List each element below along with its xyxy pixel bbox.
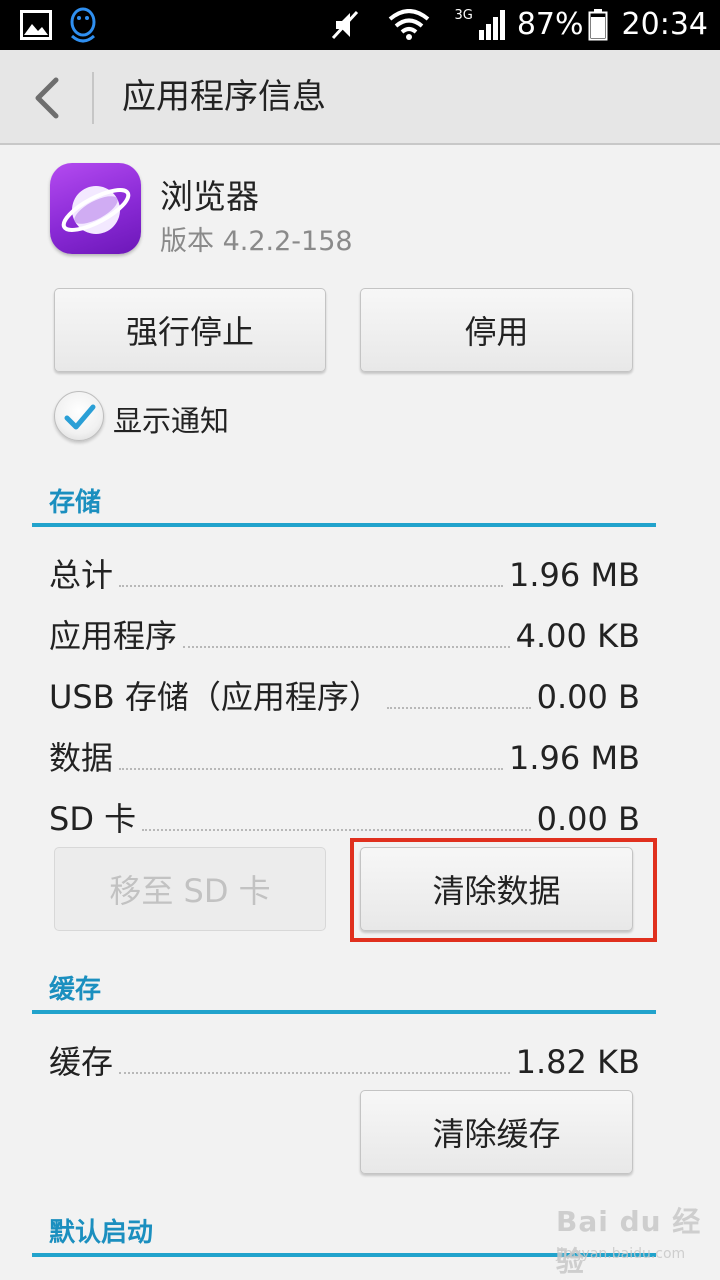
network-type-label: 3G <box>454 7 473 23</box>
page-title: 应用程序信息 <box>122 77 326 117</box>
storage-row-sd: SD 卡 0.00 B <box>49 789 640 839</box>
battery-percent: 87% <box>516 7 584 42</box>
row-leader <box>142 829 531 831</box>
cache-section-divider <box>32 1010 656 1014</box>
storage-row-usb: USB 存储（应用程序） 0.00 B <box>49 667 640 717</box>
app-version: 版本 4.2.2-158 <box>160 226 353 257</box>
storage-section-title: 存储 <box>49 488 102 518</box>
disable-button[interactable]: 停用 <box>360 288 633 372</box>
row-label: USB 存储（应用程序） <box>49 678 381 716</box>
app-name: 浏览器 <box>160 177 259 216</box>
show-notification-label: 显示通知 <box>113 404 230 438</box>
mute-icon <box>332 10 359 40</box>
picture-icon <box>20 10 52 40</box>
back-chevron-icon[interactable] <box>26 76 70 120</box>
watermark-logo: Bai du 经验 <box>556 1205 702 1278</box>
show-notification-checkbox[interactable] <box>54 391 104 441</box>
row-leader <box>183 646 510 648</box>
status-bar: 3G 87% 20:34 <box>0 0 720 50</box>
clear-cache-button[interactable]: 清除缓存 <box>360 1090 633 1174</box>
storage-row-total: 总计 1.96 MB <box>49 545 640 595</box>
row-leader <box>386 707 531 709</box>
title-divider <box>92 72 94 124</box>
row-leader <box>119 585 504 587</box>
row-value: 1.82 KB <box>515 1043 640 1081</box>
storage-section-divider <box>32 523 656 527</box>
default-launch-section-title: 默认启动 <box>49 1218 154 1248</box>
watermark-url: jingyan.baidu.com <box>556 1246 686 1262</box>
row-label: 数据 <box>49 739 114 777</box>
storage-row-data: 数据 1.96 MB <box>49 728 640 778</box>
row-value: 0.00 B <box>536 678 640 716</box>
storage-row-app: 应用程序 4.00 KB <box>49 606 640 656</box>
row-leader <box>119 768 504 770</box>
signal-icon <box>478 10 505 40</box>
row-value: 1.96 MB <box>509 739 640 777</box>
qq-icon <box>70 7 96 43</box>
row-leader <box>119 1072 510 1074</box>
cache-section-title: 缓存 <box>49 975 102 1005</box>
row-value: 0.00 B <box>536 800 640 838</box>
wifi-icon <box>389 9 430 40</box>
force-stop-button[interactable]: 强行停止 <box>54 288 326 372</box>
row-label: 缓存 <box>49 1043 114 1081</box>
clock: 20:34 <box>621 7 708 42</box>
cache-row: 缓存 1.82 KB <box>49 1032 640 1082</box>
checkmark-icon <box>64 404 96 430</box>
row-value: 4.00 KB <box>515 617 640 655</box>
row-label: 应用程序 <box>49 617 178 655</box>
battery-icon <box>588 9 608 41</box>
move-to-sd-button: 移至 SD 卡 <box>54 847 326 931</box>
row-value: 1.96 MB <box>509 556 640 594</box>
row-label: 总计 <box>49 556 114 594</box>
title-bar: 应用程序信息 <box>0 50 720 145</box>
browser-app-icon <box>50 163 141 254</box>
row-label: SD 卡 <box>49 800 137 838</box>
highlight-annotation-box <box>350 838 657 942</box>
